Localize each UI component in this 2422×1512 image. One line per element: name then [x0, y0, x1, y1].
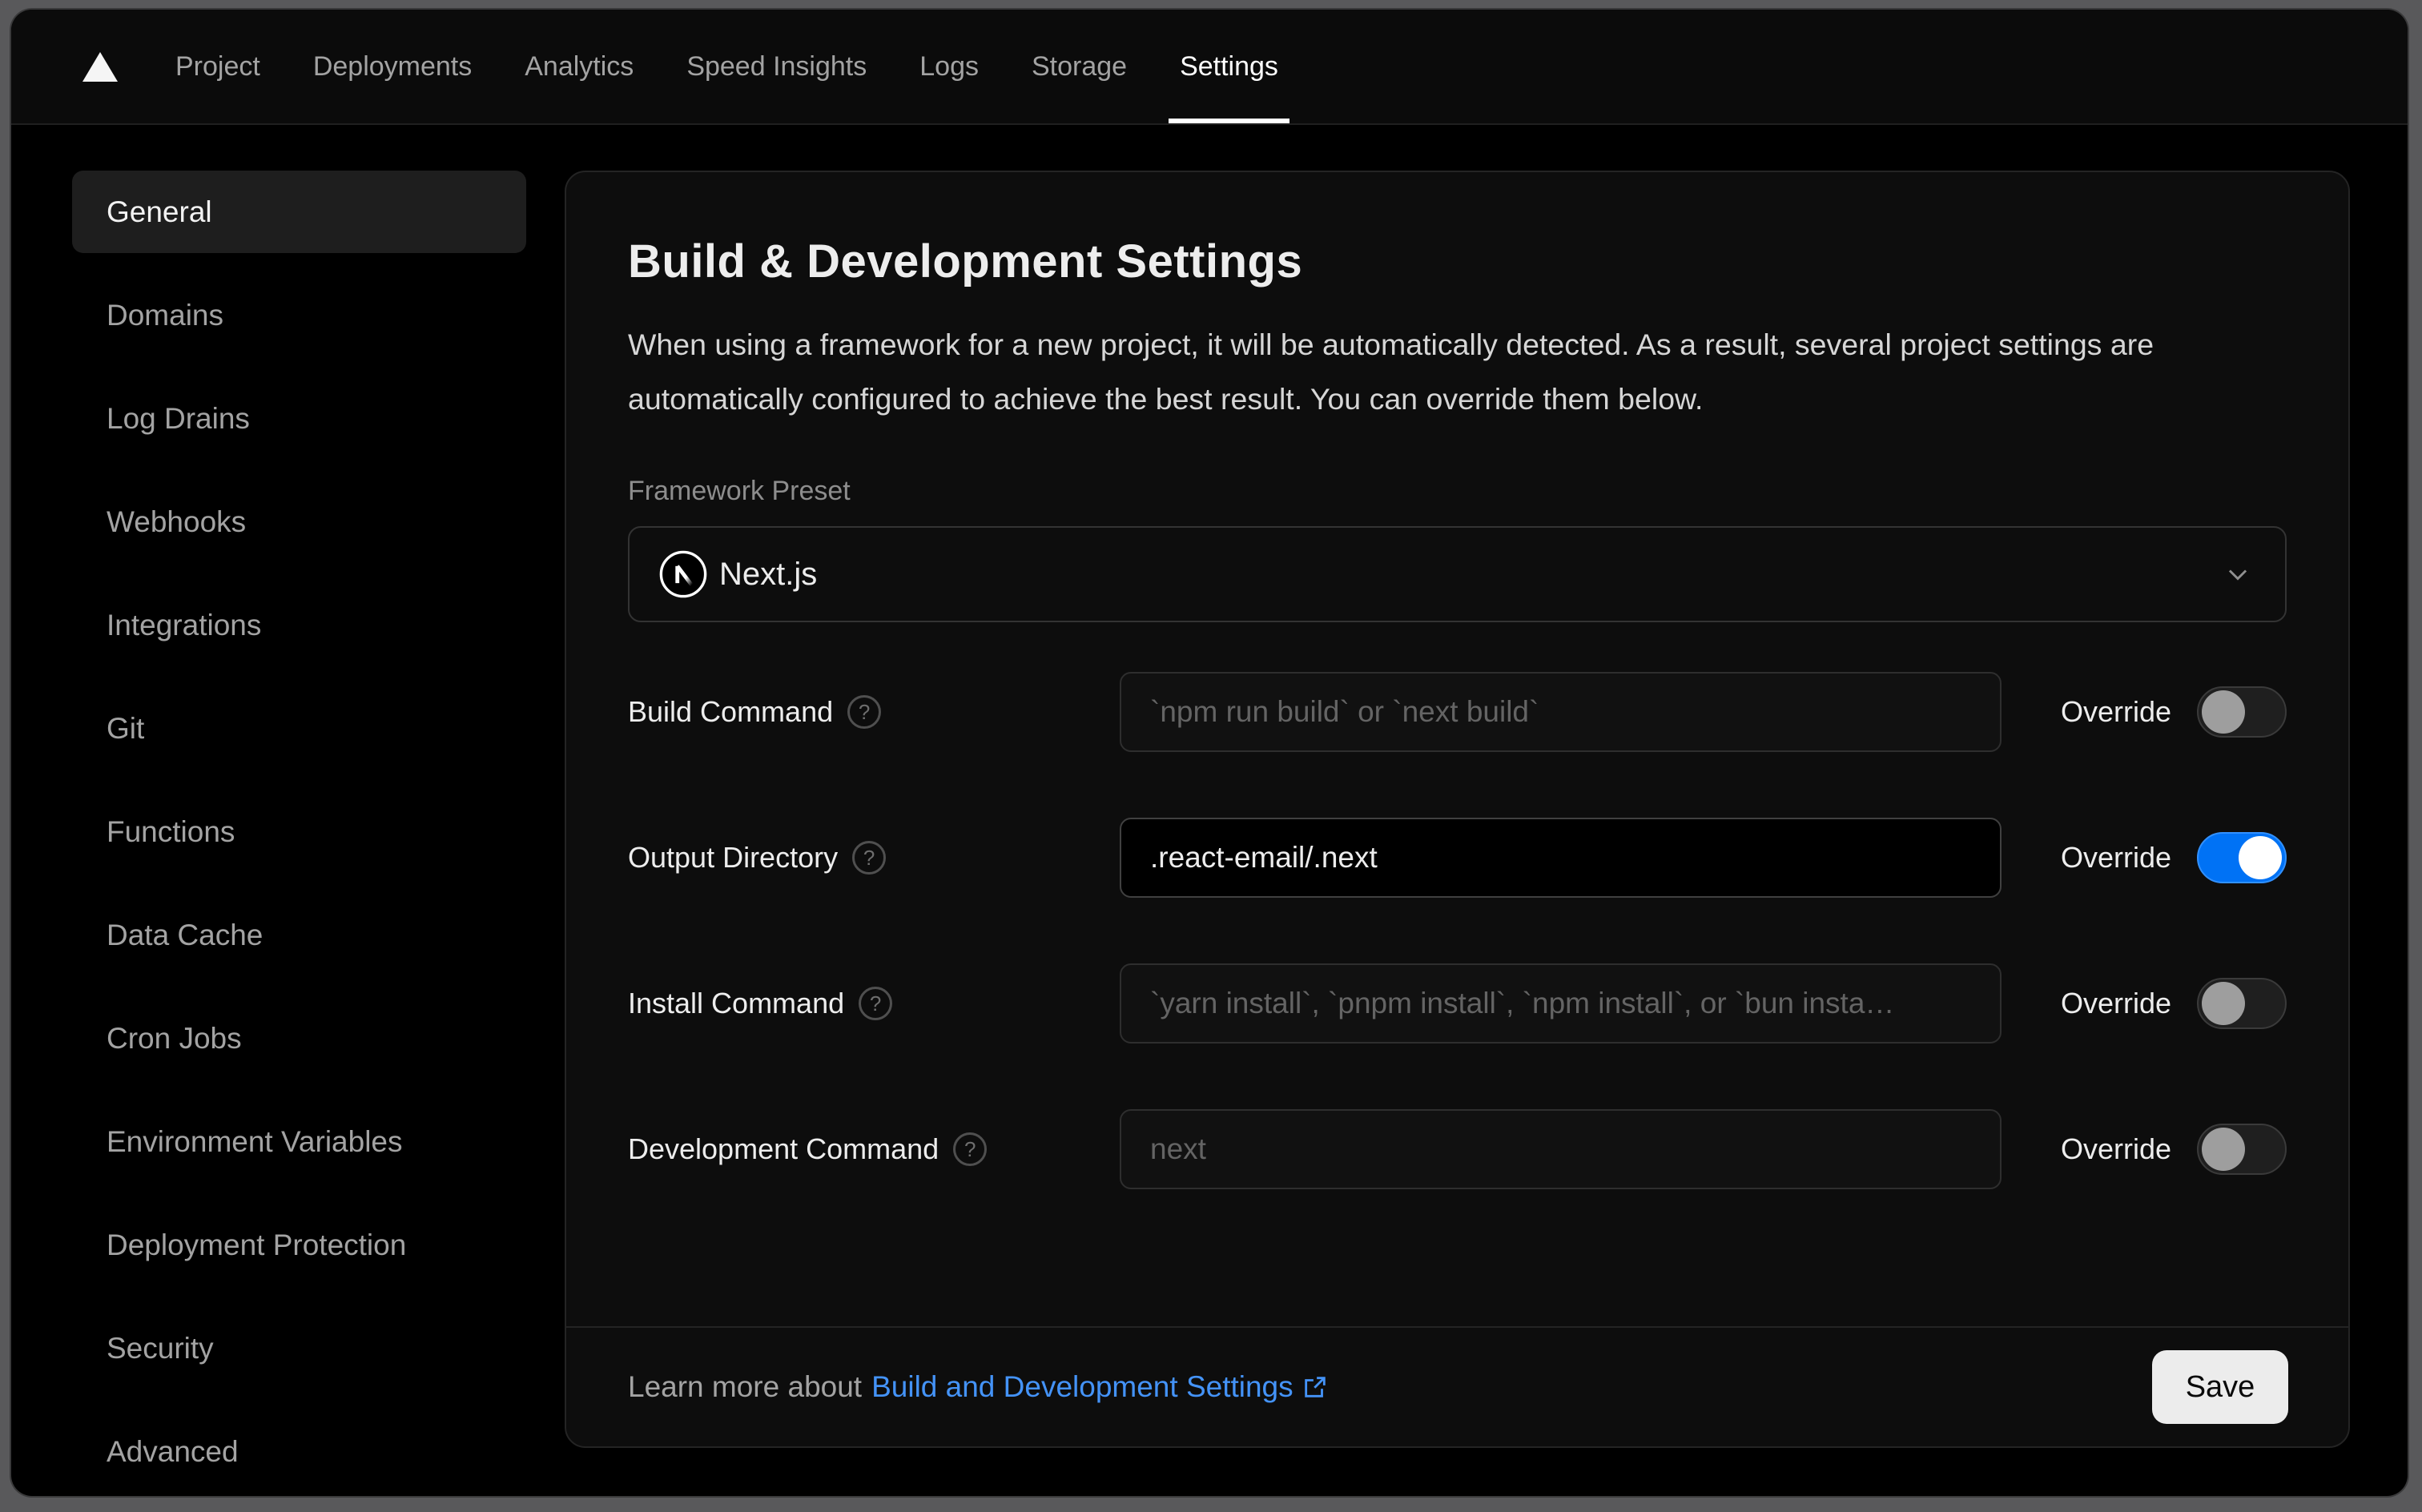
help-icon[interactable]: ?	[859, 987, 893, 1020]
toggle-knob	[2202, 690, 2245, 734]
development-command-override-toggle[interactable]	[2197, 1124, 2287, 1175]
development-command-input[interactable]	[1120, 1109, 2002, 1189]
build-command-override-toggle[interactable]	[2197, 686, 2287, 738]
settings-sidebar: General Domains Log Drains Webhooks Inte…	[11, 125, 565, 1494]
build-command-row: Build Command ? Override	[628, 672, 2287, 752]
external-link-icon	[1304, 1377, 1326, 1397]
tab-logs[interactable]: Logs	[919, 10, 979, 123]
sidebar-item-advanced[interactable]: Advanced	[72, 1410, 526, 1493]
override-label: Override	[2060, 695, 2171, 728]
install-command-label: Install Command	[628, 987, 845, 1019]
sidebar-item-environment-variables[interactable]: Environment Variables	[72, 1100, 526, 1183]
output-directory-input[interactable]	[1120, 818, 2002, 898]
learn-more-text: Learn more about	[628, 1370, 863, 1403]
framework-preset-value: Next.js	[719, 556, 818, 592]
framework-preset-select[interactable]: Next.js	[628, 526, 2287, 622]
project-tabs: Project Deployments Analytics Speed Insi…	[175, 10, 1289, 123]
install-command-row: Install Command ? Override	[628, 963, 2287, 1044]
install-command-input[interactable]	[1120, 963, 2002, 1044]
sidebar-item-security[interactable]: Security	[72, 1307, 526, 1389]
nextjs-logo-icon	[659, 550, 707, 598]
override-label: Override	[2060, 1132, 2171, 1165]
build-command-input[interactable]	[1120, 672, 2002, 752]
sidebar-item-functions[interactable]: Functions	[72, 790, 526, 873]
build-settings-card: Build & Development Settings When using …	[565, 171, 2350, 1448]
build-command-label: Build Command	[628, 695, 834, 728]
build-settings-doc-link[interactable]: Build and Development Settings	[871, 1370, 1329, 1404]
toggle-knob	[2239, 836, 2282, 879]
development-command-row: Development Command ? Override	[628, 1109, 2287, 1189]
output-directory-row: Output Directory ? Override	[628, 818, 2287, 898]
tab-storage[interactable]: Storage	[1032, 10, 1127, 123]
help-icon[interactable]: ?	[847, 695, 882, 729]
save-button[interactable]: Save	[2152, 1350, 2288, 1424]
tab-deployments[interactable]: Deployments	[313, 10, 472, 123]
sidebar-item-general[interactable]: General	[72, 171, 526, 253]
settings-main: Build & Development Settings When using …	[565, 125, 2408, 1494]
sidebar-item-git[interactable]: Git	[72, 687, 526, 770]
override-label: Override	[2060, 841, 2171, 874]
sidebar-item-deployment-protection[interactable]: Deployment Protection	[72, 1204, 526, 1286]
toggle-knob	[2202, 1128, 2245, 1171]
top-navbar: Project Deployments Analytics Speed Insi…	[11, 10, 2408, 125]
tab-speed-insights[interactable]: Speed Insights	[686, 10, 867, 123]
sidebar-item-data-cache[interactable]: Data Cache	[72, 894, 526, 976]
toggle-knob	[2202, 982, 2245, 1025]
framework-preset-label: Framework Preset	[628, 476, 851, 506]
sidebar-item-integrations[interactable]: Integrations	[72, 584, 526, 666]
card-description: When using a framework for a new project…	[628, 328, 2154, 416]
install-command-override-toggle[interactable]	[2197, 978, 2287, 1029]
app-window: Project Deployments Analytics Speed Insi…	[11, 10, 2408, 1496]
help-icon[interactable]: ?	[953, 1132, 988, 1166]
chevron-down-icon	[2228, 569, 2247, 581]
vercel-logo-icon[interactable]	[82, 51, 118, 82]
sidebar-item-log-drains[interactable]: Log Drains	[72, 377, 526, 460]
sidebar-item-domains[interactable]: Domains	[72, 274, 526, 356]
sidebar-item-cron-jobs[interactable]: Cron Jobs	[72, 997, 526, 1080]
output-directory-override-toggle[interactable]	[2197, 832, 2287, 883]
page-title: Build & Development Settings	[628, 235, 1303, 288]
card-footer: Learn more about Build and Development S…	[566, 1326, 2348, 1446]
tab-settings[interactable]: Settings	[1169, 10, 1289, 123]
sidebar-item-webhooks[interactable]: Webhooks	[72, 481, 526, 563]
output-directory-label: Output Directory	[628, 841, 839, 874]
help-icon[interactable]: ?	[852, 841, 887, 875]
tab-project[interactable]: Project	[175, 10, 260, 123]
development-command-label: Development Command	[628, 1132, 939, 1165]
tab-analytics[interactable]: Analytics	[525, 10, 634, 123]
override-label: Override	[2060, 987, 2171, 1019]
